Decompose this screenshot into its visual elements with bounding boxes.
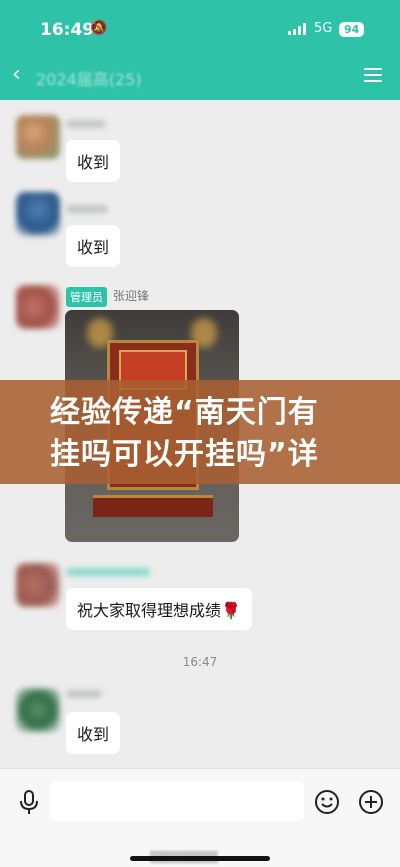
nav-bar: ‹ 2024届高(25)	[0, 60, 400, 96]
signal-icon	[288, 23, 306, 35]
banner-text: 经验传递“南天门有 挂吗可以开挂吗”详	[50, 392, 400, 476]
hamburger-menu-icon[interactable]	[364, 68, 382, 82]
message-bubble[interactable]: 收到	[66, 140, 121, 182]
avatar[interactable]	[16, 192, 60, 236]
chevron-left-icon[interactable]: ‹	[12, 62, 21, 87]
timestamp: 16:47	[182, 655, 218, 669]
sender-name-redacted	[66, 690, 102, 698]
bell-slash-icon: 🔕	[90, 20, 108, 36]
avatar[interactable]	[16, 563, 60, 607]
microphone-icon[interactable]	[16, 789, 42, 815]
message-bubble[interactable]: 收到	[66, 225, 121, 267]
avatar[interactable]	[16, 688, 60, 732]
chat-title: 2024届高(25)	[36, 70, 142, 89]
network-type: 5G	[314, 21, 333, 36]
avatar[interactable]	[16, 115, 60, 159]
sender-name-redacted	[66, 205, 108, 213]
avatar[interactable]	[16, 285, 60, 329]
banner-line-2: 挂吗可以开挂吗”详	[50, 437, 319, 472]
sender-name: 张迎锋	[113, 289, 150, 303]
emoji-icon[interactable]	[314, 789, 340, 815]
status-bar: 16:49 🔕 5G 94	[0, 14, 400, 44]
sender-name-redacted	[66, 568, 150, 576]
plus-circle-icon[interactable]	[358, 789, 384, 815]
input-bar: ▒▒▒▒▒▒▒▒	[0, 768, 400, 867]
banner-line-1: 经验传递“南天门有	[50, 395, 319, 430]
message-bubble[interactable]: 祝大家取得理想成绩🌹	[66, 588, 252, 630]
admin-badge: 管理员	[66, 287, 107, 307]
sender-name-redacted	[66, 120, 106, 128]
battery-level: 94	[339, 22, 365, 37]
header-bar: 16:49 🔕 5G 94 ‹ 2024届高(25)	[0, 0, 400, 100]
photo-detail	[93, 495, 213, 517]
home-indicator	[130, 856, 270, 861]
message-input[interactable]	[50, 781, 304, 821]
overlay-banner: 经验传递“南天门有 挂吗可以开挂吗”详	[0, 380, 400, 484]
message-bubble[interactable]: 收到	[66, 712, 121, 754]
status-time: 16:49	[40, 20, 95, 40]
